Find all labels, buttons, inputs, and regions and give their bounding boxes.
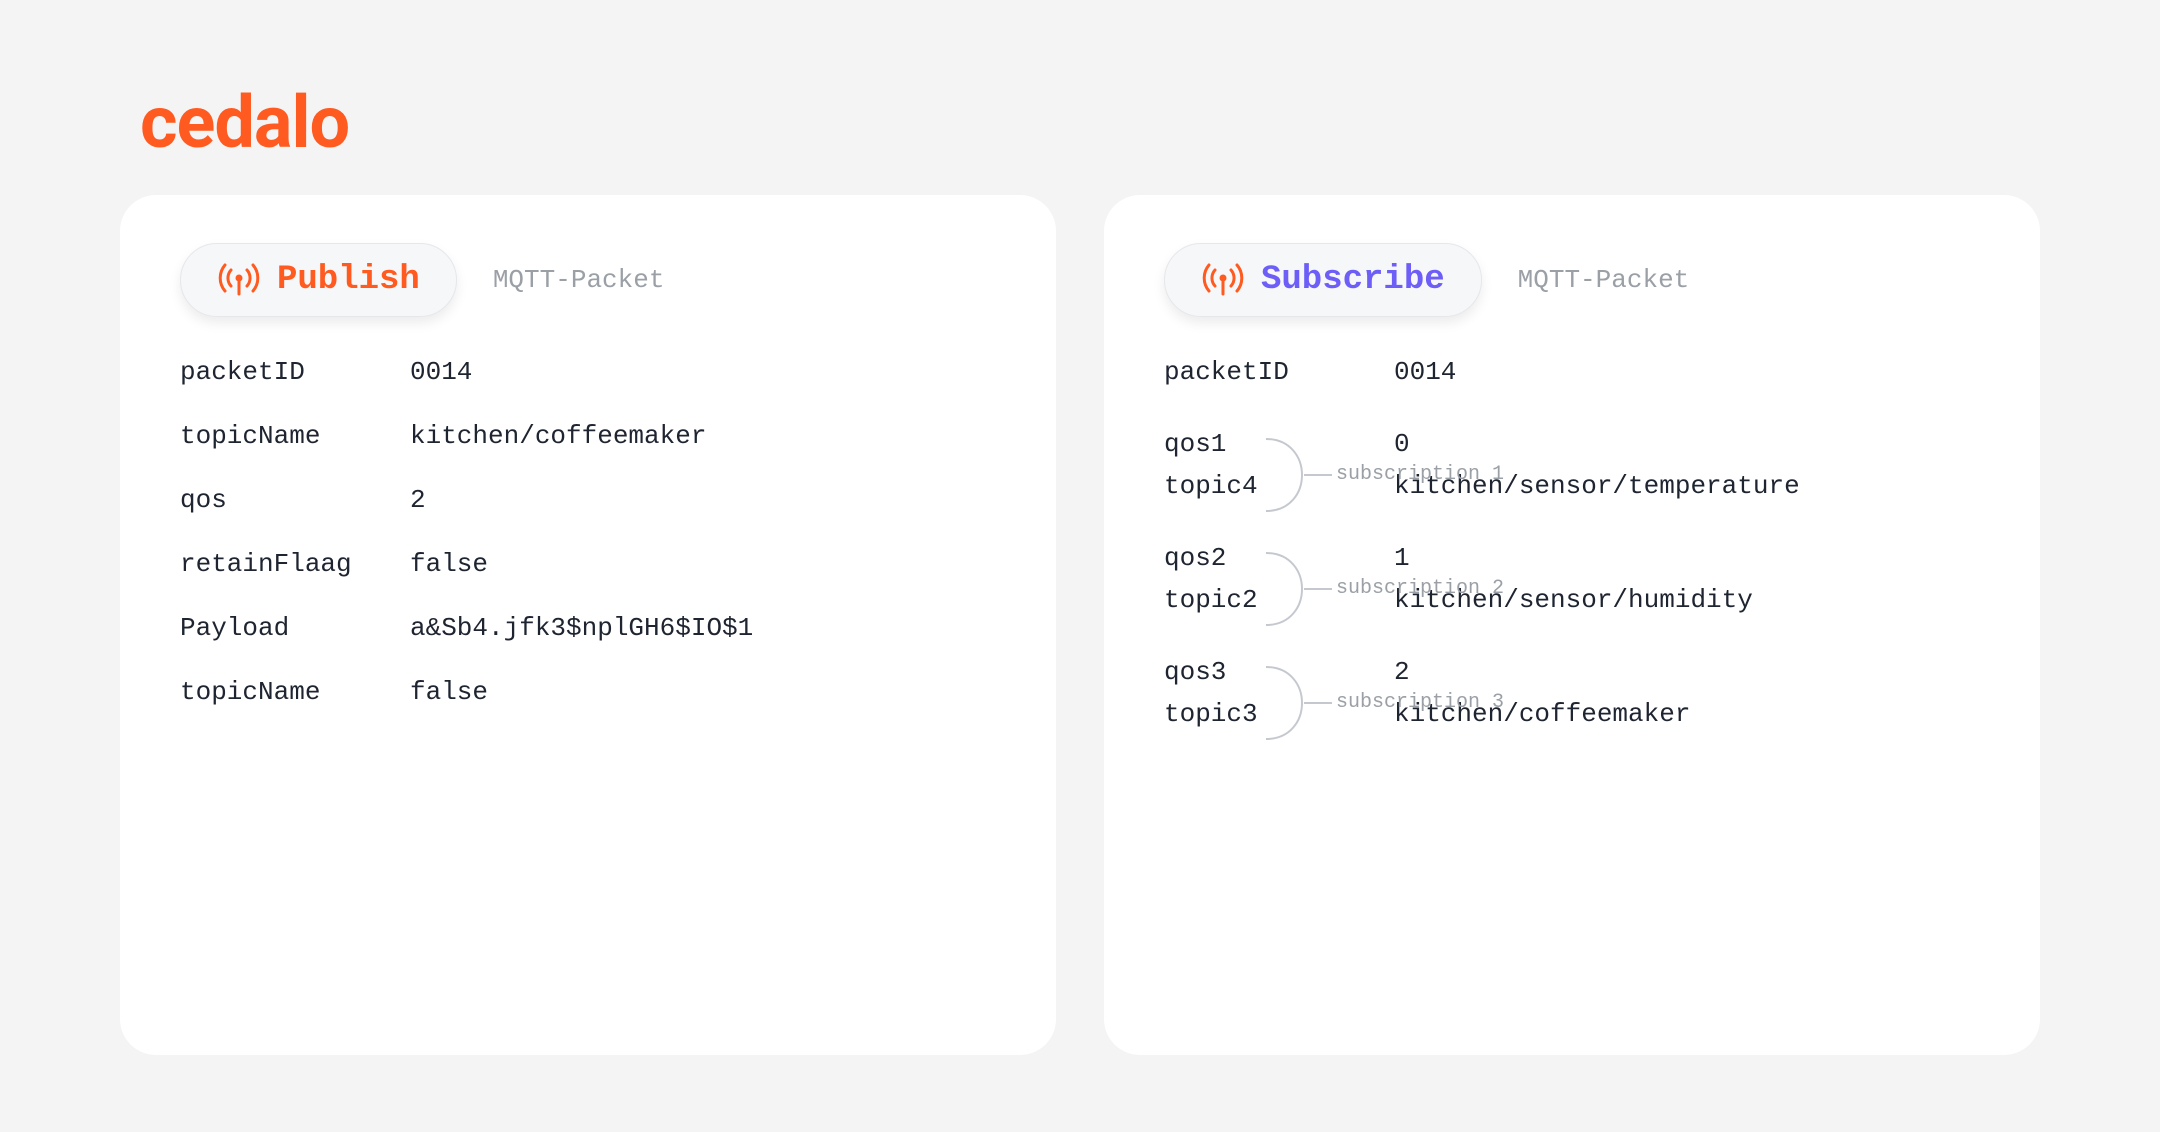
subscribe-card: Subscribe MQTT-Packet packetID 0014 subs… xyxy=(1104,195,2040,1055)
field-key: qos2 xyxy=(1164,543,1394,573)
publish-row: topicName false xyxy=(180,677,996,707)
field-value: 2 xyxy=(410,485,996,515)
subscribe-row: qos3 2 xyxy=(1164,657,1980,687)
publish-row: Payload a&Sb4.jfk3$nplGH6$IO$1 xyxy=(180,613,996,643)
subscription-block: subscription 2 qos2 1 topic2 kitchen/sen… xyxy=(1164,543,1980,615)
field-key: Payload xyxy=(180,613,410,643)
field-key: qos xyxy=(180,485,410,515)
subscribe-row: topic4 kitchen/sensor/temperature xyxy=(1164,471,1980,501)
publish-pill-label: Publish xyxy=(277,261,420,299)
field-key: topic3 xyxy=(1164,699,1394,729)
subscribe-row: topic3 kitchen/coffeemaker xyxy=(1164,699,1980,729)
field-value: kitchen/coffeemaker xyxy=(410,421,996,451)
publish-row: retainFlaag false xyxy=(180,549,996,579)
subscribe-pill: Subscribe xyxy=(1164,243,1482,317)
broadcast-icon xyxy=(1201,258,1245,302)
field-value: false xyxy=(410,549,996,579)
field-key: qos3 xyxy=(1164,657,1394,687)
field-value: kitchen/coffeemaker xyxy=(1394,699,1980,729)
field-value: 0 xyxy=(1394,429,1980,459)
field-value: 2 xyxy=(1394,657,1980,687)
broadcast-icon xyxy=(217,258,261,302)
publish-row: topicName kitchen/coffeemaker xyxy=(180,421,996,451)
field-key: qos1 xyxy=(1164,429,1394,459)
field-key: packetID xyxy=(180,357,410,387)
field-key: retainFlaag xyxy=(180,549,410,579)
field-value: 0014 xyxy=(410,357,996,387)
field-value: 1 xyxy=(1394,543,1980,573)
subscription-block: subscription 1 qos1 0 topic4 kitchen/sen… xyxy=(1164,429,1980,501)
subscribe-row: topic2 kitchen/sensor/humidity xyxy=(1164,585,1980,615)
subscribe-row: qos1 0 xyxy=(1164,429,1980,459)
field-value: kitchen/sensor/temperature xyxy=(1394,471,1980,501)
field-key: topicName xyxy=(180,421,410,451)
publish-row: qos 2 xyxy=(180,485,996,515)
page: cedalo Publish xyxy=(0,0,2160,1055)
publish-card: Publish MQTT-Packet packetID 0014 topicN… xyxy=(120,195,1056,1055)
publish-card-header: Publish MQTT-Packet xyxy=(180,243,996,317)
subscribe-card-header: Subscribe MQTT-Packet xyxy=(1164,243,1980,317)
field-key: packetID xyxy=(1164,357,1394,387)
field-value: kitchen/sensor/humidity xyxy=(1394,585,1980,615)
publish-subtitle: MQTT-Packet xyxy=(493,265,665,295)
field-key: topic4 xyxy=(1164,471,1394,501)
field-value: false xyxy=(410,677,996,707)
field-key: topic2 xyxy=(1164,585,1394,615)
publish-pill: Publish xyxy=(180,243,457,317)
publish-row: packetID 0014 xyxy=(180,357,996,387)
subscribe-pill-label: Subscribe xyxy=(1261,261,1445,299)
field-value: a&Sb4.jfk3$nplGH6$IO$1 xyxy=(410,613,996,643)
field-value: 0014 xyxy=(1394,357,1980,387)
subscribe-row: qos2 1 xyxy=(1164,543,1980,573)
subscription-block: subscription 3 qos3 2 topic3 kitchen/cof… xyxy=(1164,657,1980,729)
field-key: topicName xyxy=(180,677,410,707)
subscribe-subtitle: MQTT-Packet xyxy=(1518,265,1690,295)
cards-row: Publish MQTT-Packet packetID 0014 topicN… xyxy=(120,195,2040,1055)
subscribe-packetid-row: packetID 0014 xyxy=(1164,357,1980,387)
brand-logo: cedalo xyxy=(140,80,2040,165)
